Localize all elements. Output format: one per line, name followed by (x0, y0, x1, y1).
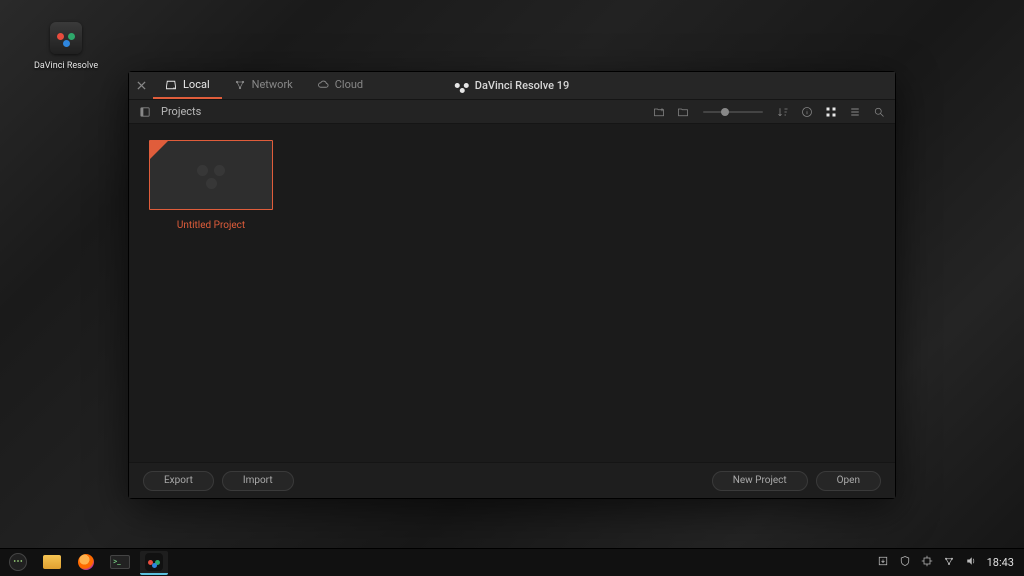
tray-volume-icon[interactable] (965, 555, 977, 570)
tab-local[interactable]: Local (153, 72, 222, 99)
project-manager-window: Local Network Cloud DaVinci Resolve 19 P… (128, 71, 896, 499)
project-name: Untitled Project (149, 220, 273, 231)
export-button[interactable]: Export (143, 471, 214, 491)
project-thumbnail (149, 140, 273, 210)
tab-network-label: Network (252, 78, 293, 91)
project-card[interactable]: Untitled Project (149, 140, 273, 231)
tray-shield-icon[interactable] (899, 555, 911, 570)
projects-grid: Untitled Project (129, 124, 895, 462)
tray-chip-icon[interactable] (921, 555, 933, 570)
firefox-icon (78, 554, 94, 570)
add-folder-button[interactable] (651, 104, 667, 120)
tray-clock[interactable]: 18:43 (987, 556, 1014, 569)
disk-icon (165, 79, 177, 91)
taskbar-firefox-button[interactable] (72, 551, 100, 575)
app-tile-icon (50, 22, 82, 54)
terminal-icon: >_ (110, 555, 130, 569)
tab-cloud[interactable]: Cloud (305, 72, 375, 99)
close-icon (137, 81, 146, 90)
taskbar: ⋯ >_ 18:43 (0, 548, 1024, 576)
resolve-taskbar-icon (145, 553, 163, 571)
resolve-logo-placeholder-icon (197, 161, 225, 189)
start-menu-button[interactable]: ⋯ (4, 551, 32, 575)
open-button[interactable]: Open (816, 471, 881, 491)
folder-button[interactable] (675, 104, 691, 120)
desktop-icon-label: DaVinci Resolve (34, 61, 98, 71)
import-button[interactable]: Import (222, 471, 294, 491)
source-tabs: Local Network Cloud (153, 72, 375, 99)
sort-button[interactable] (775, 104, 791, 120)
desktop-icon-davinci-resolve[interactable]: DaVinci Resolve (34, 22, 98, 71)
cloud-icon (317, 79, 329, 91)
tray-network-icon[interactable] (943, 555, 955, 570)
info-button[interactable] (799, 104, 815, 120)
tab-cloud-label: Cloud (335, 78, 363, 91)
taskbar-files-button[interactable] (38, 551, 66, 575)
close-button[interactable] (129, 72, 153, 100)
list-view-button[interactable] (847, 104, 863, 120)
search-button[interactable] (871, 104, 887, 120)
folder-icon (43, 555, 61, 569)
tab-network[interactable]: Network (222, 72, 305, 99)
resolve-logo-icon (57, 29, 75, 47)
thumbnail-size-slider[interactable] (703, 111, 763, 113)
selected-corner-icon (150, 141, 168, 159)
titlebar: Local Network Cloud DaVinci Resolve 19 (129, 72, 895, 100)
breadcrumb: Projects (161, 105, 201, 118)
tab-local-label: Local (183, 78, 210, 91)
toolbar: Projects (129, 100, 895, 124)
new-project-button[interactable]: New Project (712, 471, 808, 491)
grid-view-button[interactable] (823, 104, 839, 120)
window-title-text: DaVinci Resolve 19 (475, 79, 569, 92)
sidebar-toggle-icon[interactable] (137, 104, 153, 120)
tray-update-icon[interactable] (877, 555, 889, 570)
system-tray: 18:43 (877, 555, 1014, 570)
mint-logo-icon: ⋯ (9, 553, 27, 571)
window-title: DaVinci Resolve 19 (455, 79, 569, 93)
taskbar-davinci-button[interactable] (140, 551, 168, 575)
resolve-logo-icon (455, 79, 469, 93)
network-icon (234, 79, 246, 91)
taskbar-terminal-button[interactable]: >_ (106, 551, 134, 575)
footer-bar: Export Import New Project Open (129, 462, 895, 498)
